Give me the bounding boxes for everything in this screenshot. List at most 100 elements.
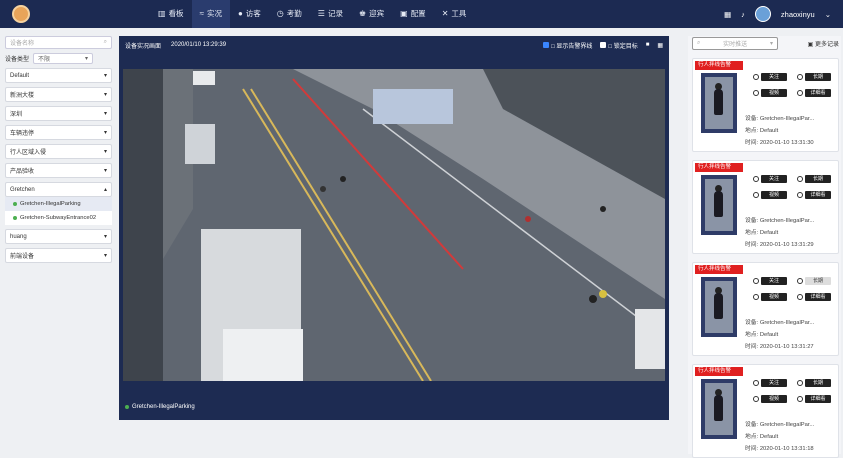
alarm-card[interactable]: 行人拌线告警 关注 长期 视频 详细看 设备: Gretchen-Illegal…	[692, 160, 839, 254]
alarm-thumbnail[interactable]	[701, 277, 737, 337]
group-gretchen[interactable]: Gretchen ▴	[5, 182, 112, 197]
video-icon	[753, 192, 759, 198]
search-icon: ⌕	[697, 39, 701, 46]
nav-welcome[interactable]: ♚ 迎宾	[351, 0, 392, 28]
alarm-tag: 行人拌线告警	[695, 265, 743, 274]
nav-config[interactable]: ▣ 配置	[392, 0, 434, 28]
device-item[interactable]: Gretchen-IllegalParking	[5, 197, 112, 211]
longterm-button[interactable]: 长期	[805, 379, 831, 387]
chevron-down-icon: ▾	[769, 40, 773, 47]
avatar[interactable]	[754, 6, 771, 22]
checkbox-icon	[543, 41, 550, 48]
alarm-actions: 视频 详细看	[753, 89, 831, 97]
more-records-link[interactable]: ▣ 更多记录	[808, 39, 839, 48]
alarm-device: 设备: Gretchen-IllegalPar...	[745, 116, 815, 122]
star-icon	[753, 380, 759, 386]
nav-record[interactable]: ☰ 记录	[310, 0, 351, 28]
detail-button[interactable]: 详细看	[805, 191, 831, 199]
single-view-icon[interactable]: ■	[646, 42, 650, 48]
nav-tools[interactable]: ✕ 工具	[434, 0, 475, 28]
device-search-input[interactable]: 设备名称 ⌕	[5, 36, 112, 49]
clock-icon	[797, 176, 803, 182]
chevron-down-icon[interactable]: ⌄	[825, 10, 831, 19]
main-nav: ▥ 看板 ≈ 实况 ● 访客 ◷ 考勤 ☰ 记录 ♚ 迎宾 ▣ 配置 ✕ 工具	[150, 0, 474, 28]
group-vehicle-parking[interactable]: 车辆违停 ▾	[5, 125, 112, 140]
group-product-acceptance[interactable]: 产品验收 ▾	[5, 163, 112, 178]
nav-live[interactable]: ≈ 实况	[191, 0, 230, 28]
group-shenzhen[interactable]: 深圳 ▾	[5, 106, 112, 121]
alarm-panel-header: ⌕ 实时推送 ▾ ▣ 更多记录	[688, 36, 841, 50]
camera-feed[interactable]	[123, 69, 665, 381]
chevron-down-icon: ▾	[85, 56, 89, 62]
alarm-thumbnail[interactable]	[701, 379, 737, 439]
chevron-down-icon: ▾	[103, 168, 107, 174]
follow-button[interactable]: 关注	[761, 175, 787, 183]
longterm-button[interactable]: 长期	[805, 175, 831, 183]
video-icon	[753, 90, 759, 96]
video-options: □ 显示告警界线 □ 锁定目标 ■ ▦	[543, 36, 663, 54]
alarm-thumbnail[interactable]	[701, 175, 737, 235]
push-mode-select[interactable]: ⌕ 实时推送 ▾	[692, 36, 778, 50]
alarm-device: 设备: Gretchen-IllegalPar...	[745, 422, 815, 428]
star-icon	[753, 176, 759, 182]
star-icon	[753, 74, 759, 80]
alarm-actions: 关注 长期	[753, 73, 831, 81]
device-type-select[interactable]: 不限 ▾	[33, 53, 94, 64]
show-alarm-line-toggle[interactable]: □ 显示告警界线	[543, 41, 592, 50]
chevron-down-icon: ▾	[103, 130, 107, 136]
video-button[interactable]: 视频	[761, 89, 787, 97]
alarm-thumbnail[interactable]	[701, 73, 737, 133]
alarm-panel: ⌕ 实时推送 ▾ ▣ 更多记录 行人拌线告警 关注 长期 视频 详细看 设备: Gr…	[688, 36, 841, 458]
longterm-button[interactable]: 长期	[805, 73, 831, 81]
device-item[interactable]: Gretchen-SubwayEntrance02	[5, 211, 112, 225]
video-button[interactable]: 视频	[761, 191, 787, 199]
follow-button[interactable]: 关注	[761, 379, 787, 387]
street-scene-image	[123, 69, 665, 381]
detail-button[interactable]: 详细看	[805, 89, 831, 97]
group-pedestrian-intrusion[interactable]: 行人区域入侵 ▾	[5, 144, 112, 159]
top-nav-bar: ▥ 看板 ≈ 实况 ● 访客 ◷ 考勤 ☰ 记录 ♚ 迎宾 ▣ 配置 ✕ 工具 ▦ ♪ zhao…	[0, 0, 843, 28]
group-default[interactable]: Default ▾	[5, 68, 112, 83]
video-button[interactable]: 视频	[761, 293, 787, 301]
alarm-time: 时间: 2020-01-10 13:31:18	[745, 446, 814, 452]
alarm-card[interactable]: 行人拌线告警 关注 长期 视频 详细看 设备: Gretchen-Illegal…	[692, 364, 839, 458]
alarm-actions: 关注 长期	[753, 277, 831, 285]
video-button[interactable]: 视频	[761, 395, 787, 403]
detail-icon	[797, 396, 803, 402]
video-footer: Gretchen-IllegalParking	[125, 404, 195, 410]
longterm-button[interactable]: 长期	[805, 277, 831, 285]
grid-icon[interactable]: ▦	[724, 10, 731, 19]
follow-button[interactable]: 关注	[761, 277, 787, 285]
alarm-tag: 行人拌线告警	[695, 61, 743, 70]
live-icon: ≈	[199, 9, 204, 18]
config-icon: ▣	[400, 9, 408, 18]
group-frontend-devices[interactable]: 前端设备 ▾	[5, 248, 112, 263]
nav-dashboard[interactable]: ▥ 看板	[150, 0, 192, 28]
grid-view-icon[interactable]: ▦	[657, 42, 663, 49]
bell-icon[interactable]: ♪	[741, 10, 745, 19]
alarm-tag: 行人拌线告警	[695, 163, 743, 172]
group-huang[interactable]: huang ▾	[5, 229, 112, 244]
nav-attendance[interactable]: ◷ 考勤	[269, 0, 310, 28]
online-dot-icon	[13, 216, 17, 220]
follow-button[interactable]: 关注	[761, 73, 787, 81]
video-icon	[753, 294, 759, 300]
app-logo[interactable]	[12, 5, 30, 23]
alarm-card[interactable]: 行人拌线告警 关注 长期 视频 详细看 设备: Gretchen-Illegal…	[692, 58, 839, 152]
live-video-panel: 设备实况画面 2020/01/10 13:29:39 □ 显示告警界线 □ 锁定…	[119, 36, 669, 420]
alarm-time: 时间: 2020-01-10 13:31:29	[745, 242, 814, 248]
lock-target-toggle[interactable]: □ 锁定目标	[600, 41, 638, 50]
star-icon	[753, 278, 759, 284]
detail-button[interactable]: 详细看	[805, 395, 831, 403]
alarm-card[interactable]: 行人拌线告警 关注 长期 视频 详细看 设备: Gretchen-Illegal…	[692, 262, 839, 356]
detail-button[interactable]: 详细看	[805, 293, 831, 301]
group-xinzhou[interactable]: 新洲大楼 ▾	[5, 87, 112, 102]
device-tree-panel: 设备名称 ⌕ 设备类型 不限 ▾ Default ▾ 新洲大楼 ▾ 深圳 ▾ 车辆违停 ▾ …	[5, 36, 112, 263]
alarm-place: 地点: Default	[745, 128, 779, 134]
clock-icon	[797, 278, 803, 284]
record-icon: ☰	[317, 9, 325, 18]
alarm-device: 设备: Gretchen-IllegalPar...	[745, 218, 815, 224]
username[interactable]: zhaoxinyu	[781, 10, 815, 19]
chevron-down-icon: ▾	[103, 73, 107, 79]
nav-visitor[interactable]: ● 访客	[230, 0, 269, 28]
